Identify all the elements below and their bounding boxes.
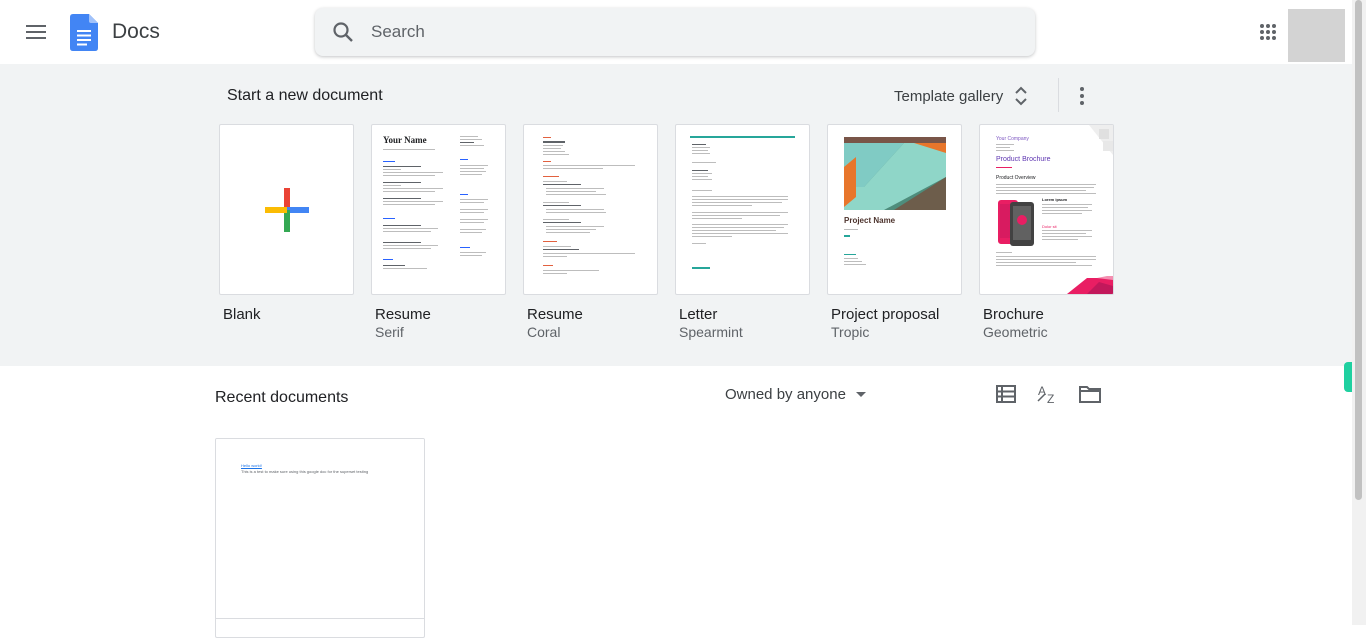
template-brochure-geometric[interactable]: Your Company Product Brochure Product Ov…	[979, 124, 1114, 340]
unfold-icon	[1015, 86, 1027, 106]
template-thumbnail[interactable]	[219, 124, 354, 295]
thumb-company: Your Company	[996, 136, 1029, 142]
plus-icon	[265, 188, 309, 232]
thumb-dolor: Dolor sit	[1042, 224, 1057, 229]
template-gallery-label: Template gallery	[894, 87, 1004, 105]
template-blank[interactable]: Blank	[219, 124, 354, 323]
side-panel-handle[interactable]	[1344, 362, 1352, 392]
template-name: Letter	[679, 306, 718, 323]
sort-az-icon[interactable]: A Z	[1036, 382, 1060, 406]
document-preview[interactable]: Hello world! This is a test to make sure…	[216, 439, 424, 619]
doc-preview-text: This is a test to make sure using this g…	[241, 469, 369, 474]
thumb-name: Your Name	[383, 135, 427, 145]
thumb-overview: Product Overview	[996, 175, 1036, 181]
template-thumbnail[interactable]: Project Name	[827, 124, 962, 295]
menu-icon	[26, 25, 46, 39]
template-subtitle: Geometric	[983, 324, 1048, 340]
template-thumbnail[interactable]: Your Name	[371, 124, 506, 295]
template-subtitle: Spearmint	[679, 324, 743, 340]
docs-logo-icon[interactable]	[70, 14, 98, 51]
main-menu-button[interactable]	[20, 16, 52, 48]
template-subtitle: Coral	[527, 324, 561, 340]
template-gallery-button[interactable]: Template gallery	[894, 80, 1029, 112]
svg-text:A: A	[1038, 384, 1046, 398]
svg-text:Z: Z	[1047, 392, 1054, 406]
brochure-phone-image	[998, 200, 1034, 246]
search-bar[interactable]	[315, 8, 1035, 56]
doc-preview-link: Hello world!	[241, 463, 262, 468]
template-subtitle: Tropic	[831, 324, 870, 340]
template-resume-coral[interactable]: Resume Coral	[523, 124, 658, 340]
recent-documents-heading: Recent documents	[215, 389, 349, 406]
list-view-icon[interactable]	[994, 382, 1018, 406]
dropdown-arrow-icon	[855, 391, 866, 397]
divider	[1058, 78, 1059, 112]
search-icon[interactable]	[331, 20, 355, 44]
template-name: Project proposal	[831, 306, 940, 323]
template-name: Resume	[527, 306, 583, 323]
template-thumbnail[interactable]	[675, 124, 810, 295]
brochure-corner-graphic	[1089, 125, 1113, 155]
thumb-brochure-title: Product Brochure	[996, 156, 1051, 163]
owner-filter-dropdown[interactable]: Owned by anyone	[725, 386, 866, 403]
account-avatar[interactable]	[1288, 9, 1345, 62]
apps-grid-icon[interactable]	[1254, 18, 1282, 46]
template-thumbnail[interactable]: Your Company Product Brochure Product Ov…	[979, 124, 1114, 295]
template-subtitle: Serif	[375, 324, 404, 340]
app-title[interactable]: Docs	[112, 20, 160, 44]
template-name: Blank	[223, 306, 261, 323]
folder-icon[interactable]	[1078, 382, 1102, 406]
template-name: Brochure	[983, 306, 1044, 323]
brochure-footer-graphic	[1067, 276, 1113, 294]
more-vert-icon[interactable]	[1070, 82, 1094, 110]
search-input[interactable]	[371, 8, 1011, 56]
template-project-proposal[interactable]: Project Name Project proposal Tropic	[827, 124, 962, 340]
top-bar: Docs	[0, 0, 1352, 64]
recent-document-card[interactable]: Hello world! This is a test to make sure…	[215, 438, 425, 638]
scrollbar-thumb[interactable]	[1355, 0, 1362, 500]
template-letter-spearmint[interactable]: Letter Spearmint	[675, 124, 810, 340]
owner-filter-label: Owned by anyone	[725, 386, 846, 403]
template-thumbnail[interactable]	[523, 124, 658, 295]
page-scrollbar[interactable]	[1352, 0, 1366, 625]
proposal-cover-graphic	[844, 137, 946, 210]
thumb-project-name: Project Name	[844, 216, 896, 225]
thumb-lorem: Lorem ipsum	[1042, 197, 1068, 202]
template-resume-serif[interactable]: Your Name Resume Serif	[371, 124, 506, 340]
template-name: Resume	[375, 306, 431, 323]
template-heading: Start a new document	[227, 87, 383, 104]
template-section: Start a new document Template gallery Bl…	[0, 64, 1352, 392]
